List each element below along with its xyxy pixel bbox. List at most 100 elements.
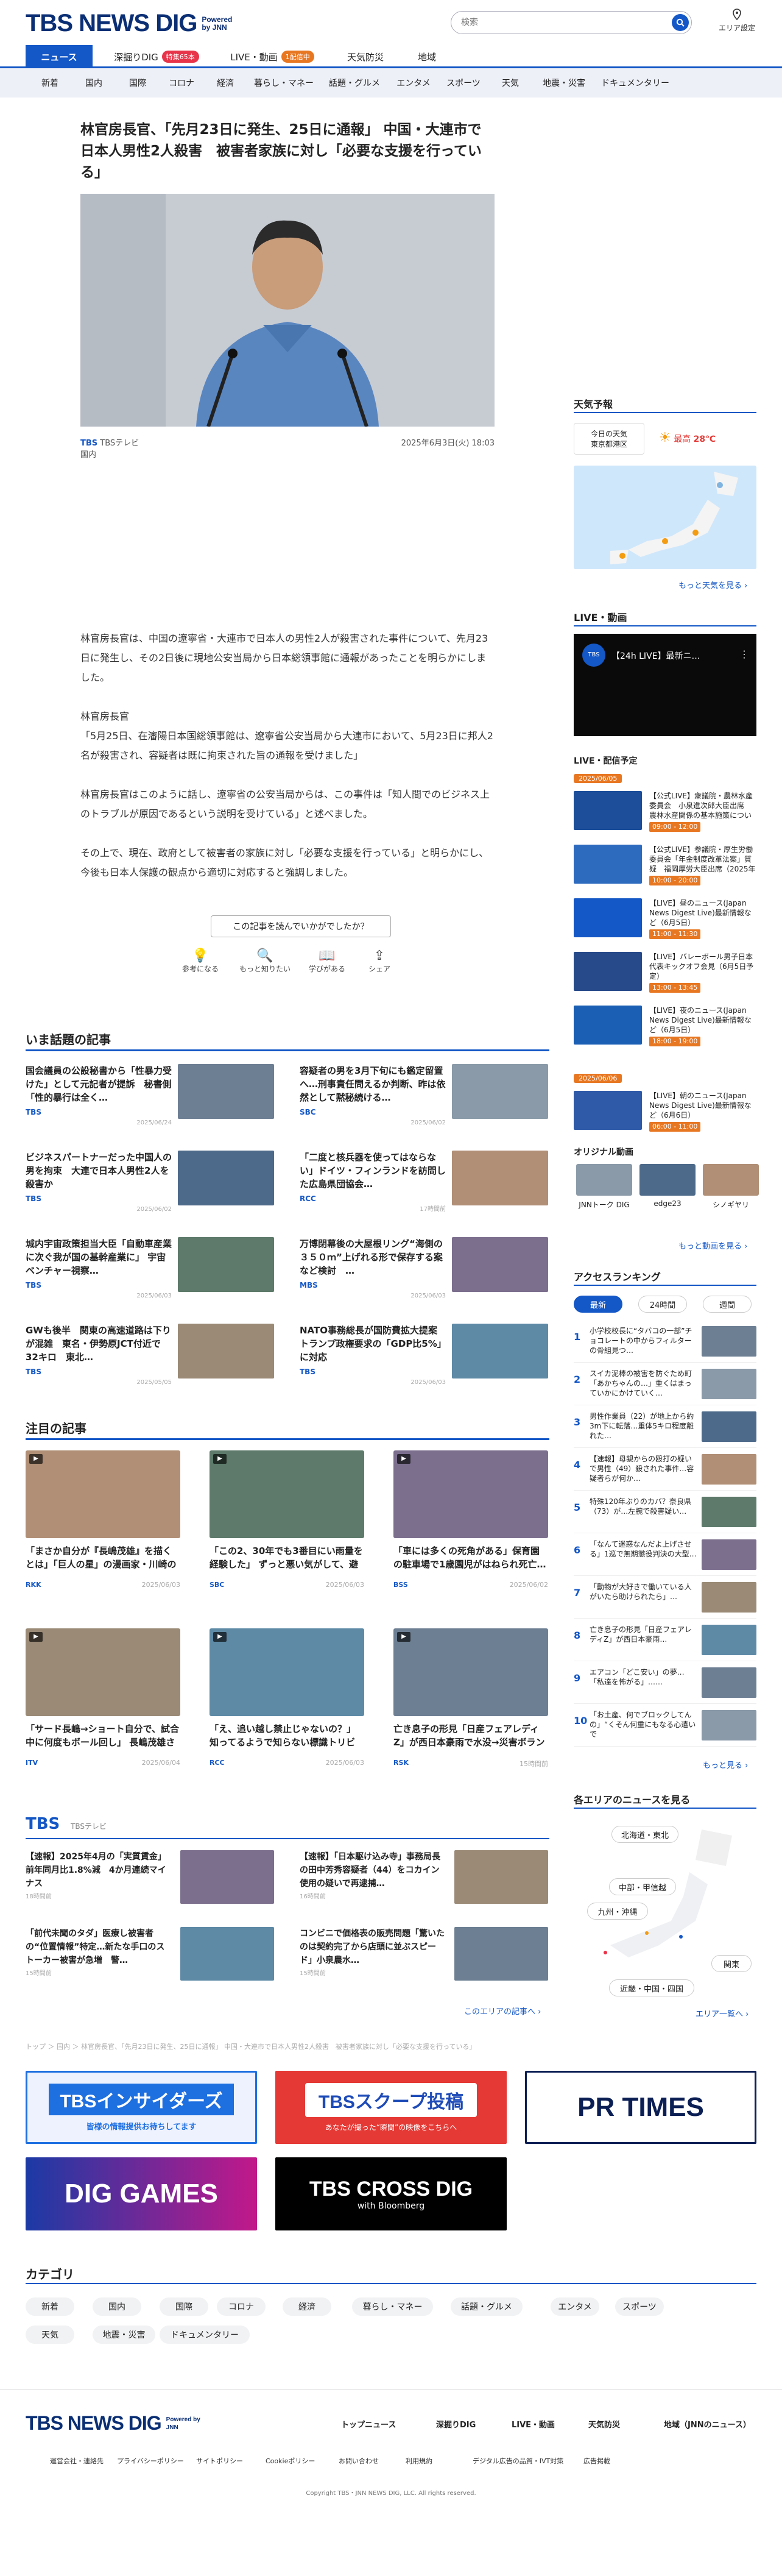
footer-main-link[interactable]: LIVE・動画	[512, 2418, 555, 2430]
hot-article-thumbnail[interactable]	[452, 1324, 548, 1378]
footer-category[interactable]: エンタメ	[551, 2297, 599, 2316]
ranking-item[interactable]: 10 「お土産、何でブロックしてんの」“くそん何重にもなる心遣いで	[574, 1710, 756, 1747]
banner-crossdig[interactable]: TBS CROSS DIG with Bloomberg	[275, 2157, 507, 2230]
tab-live[interactable]: LIVE・動画 1配信中	[220, 45, 324, 68]
footer-sub-link[interactable]: お問い合わせ	[339, 2456, 379, 2466]
more-vert-icon[interactable]: ⋮	[739, 648, 749, 660]
featured-card[interactable]: ▶ 「まさか自分が『長嶋茂雄』を描くとは」「巨人の星」の漫画家・川崎のぼるさんによ…	[26, 1450, 180, 1589]
ranking-item[interactable]: 6 「なんて迷惑なんだよ上げさせる」1巡で無期懲役判決の大型…	[574, 1539, 756, 1576]
hot-article-card[interactable]: NATO事務総長が国防費拡大提案 トランプ政権要求の「GDP比5%」に対応 TBS…	[300, 1324, 446, 1386]
tbs-article-card[interactable]: 【速報】2025年4月の「実質賃金」前年同月比1.8%減 4か月連続マイナス 18…	[26, 1850, 172, 1900]
original-video[interactable]: JNNトーク DIG	[576, 1164, 632, 1210]
hot-article-card[interactable]: GWも後半 関東の高速道路は下りが混雑 東名・伊勢原JCT付近で32キロ 東北……	[26, 1324, 172, 1386]
footer-category[interactable]: スポーツ	[615, 2297, 664, 2316]
footer-main-link[interactable]: 地域（JNNのニュース）	[664, 2418, 751, 2430]
hot-article-card[interactable]: 国会議員の公設秘書から「性暴力受けた」として元記者が提訴 秘書側「性的暴行は全く…	[26, 1064, 172, 1126]
rank-tab-latest[interactable]: 最新	[574, 1296, 622, 1313]
tbs-article-thumbnail[interactable]	[180, 1850, 274, 1904]
footer-category[interactable]: ドキュメンタリー	[160, 2326, 250, 2344]
hot-article-thumbnail[interactable]	[178, 1324, 274, 1378]
weather-location[interactable]: 今日の天気 東京都港区	[574, 423, 644, 455]
region-kyushu[interactable]: 九州・沖縄	[587, 1903, 648, 1920]
footer-category[interactable]: 新着	[26, 2297, 74, 2316]
footer-sub-link[interactable]: 利用規約	[406, 2456, 432, 2466]
live-schedule-item[interactable]: 【LIVE】朝のニュース(Japan News Digest Live)最新情報…	[574, 1091, 756, 1132]
hot-article-card[interactable]: 「二度と核兵器を使ってはならない」ドイツ・フィンランドを訪問した広島県団協会… R…	[300, 1151, 446, 1213]
tbs-article-thumbnail[interactable]	[180, 1927, 274, 1981]
footer-main-link[interactable]: トップニュース	[341, 2418, 396, 2430]
live-schedule-item[interactable]: 【LIVE】昼のニュース(Japan News Digest Live)最新情報…	[574, 898, 756, 940]
cat-documentary[interactable]: ドキュメンタリー	[596, 77, 675, 89]
hot-article-card[interactable]: ビジネスパートナーだった中国人の男を拘束 大連で日本人男性2人を殺害か TBS 20…	[26, 1151, 172, 1213]
hot-article-thumbnail[interactable]	[178, 1237, 274, 1292]
tbs-more-link[interactable]: このエリアの記事へ ›	[464, 2005, 541, 2017]
hot-article-card[interactable]: 万博閉幕後の大屋根リング“海側の３５０ｍ”上げれる形で保存する案など検討 … MB…	[300, 1237, 446, 1299]
ranking-item[interactable]: 8 亡き息子の形見「日産フェアレディZ」が西日本豪雨…	[574, 1625, 756, 1661]
tab-news[interactable]: ニュース	[26, 45, 93, 68]
ranking-item[interactable]: 2 スイカ泥棒の被害を防ぐため町「あかちゃんの…」重くはまっていかにかけていく…	[574, 1369, 756, 1405]
hot-article-thumbnail[interactable]	[178, 1064, 274, 1119]
ranking-item[interactable]: 4 【速報】母親からの殴打の疑いで男性（49）殺された事件…容疑者らが何か…	[574, 1454, 756, 1491]
live-schedule-item[interactable]: 【LIVE】バレーボール男子日本代表キックオフ会見（6月5日予定） 13:00 -…	[574, 952, 756, 993]
ranking-item[interactable]: 5 特殊120年ぶりのカバ？奈良県（73）が…左腕で殺害疑い…	[574, 1497, 756, 1533]
banner-dig-games[interactable]: DIG GAMES	[26, 2157, 257, 2230]
cat-topic[interactable]: 話題・グルメ	[320, 77, 389, 89]
footer-category[interactable]: 話題・グルメ	[451, 2297, 523, 2316]
banner-scoop[interactable]: TBSスクープ投稿 あなたが撮った“瞬間”の映像をこちらへ	[275, 2071, 507, 2144]
ranking-item[interactable]: 9 エアコン「どこ安い」の夢…「私達を怖がる」……	[574, 1667, 756, 1704]
tbs-article-thumbnail[interactable]	[454, 1850, 548, 1904]
weather-map[interactable]	[574, 466, 756, 569]
site-logo[interactable]: TBS NEWS DIG Powered by JNN	[26, 10, 241, 37]
tab-region[interactable]: 地域	[406, 45, 448, 68]
cat-new[interactable]: 新着	[28, 77, 72, 89]
live-video-player[interactable]: TBS 【24h LIVE】最新ニ… ⋮	[574, 634, 756, 736]
weather-more-link[interactable]: もっと天気を見る ›	[678, 579, 747, 591]
hot-article-thumbnail[interactable]	[452, 1064, 548, 1119]
footer-sub-link[interactable]: プライバシーポリシー	[117, 2456, 184, 2466]
region-kinki[interactable]: 近畿・中国・四国	[609, 1979, 694, 1996]
original-video[interactable]: シノギヤリ	[703, 1164, 759, 1210]
cat-disaster[interactable]: 地震・災害	[532, 77, 596, 89]
footer-category[interactable]: 国際	[160, 2297, 208, 2316]
footer-category[interactable]: 地震・災害	[93, 2326, 155, 2344]
featured-card[interactable]: ▶ 「サード長嶋→ショート自分で、試合中に何度もボール回し」 長嶋茂雄さんが特別な…	[26, 1628, 180, 1767]
live-schedule-item[interactable]: 【公式LIVE】衆議院・農林水産委員会 小泉進次郎大臣出席 農林水産関係の基本施…	[574, 791, 756, 832]
cat-international[interactable]: 国際	[116, 77, 160, 89]
original-video[interactable]: edge23	[639, 1164, 696, 1208]
footer-logo[interactable]: TBS NEWS DIG Powered by JNN	[26, 2412, 203, 2435]
footer-sub-link[interactable]: サイトポリシー	[196, 2456, 243, 2466]
reaction-more[interactable]: 🔍 もっと知りたい	[238, 948, 292, 974]
region-chubu[interactable]: 中部・甲信越	[609, 1878, 676, 1895]
rank-tab-24h[interactable]: 24時間	[638, 1296, 687, 1313]
reaction-learn[interactable]: 📖 学びがある	[300, 948, 354, 974]
featured-card[interactable]: ▶ 「この2、30年でも3番目にい雨量を経験した」 ずっと悪い気がして、避けていた…	[210, 1450, 364, 1589]
footer-sub-link[interactable]: 運営会社・連絡先	[50, 2456, 104, 2466]
reaction-share[interactable]: ⇪ シェア	[352, 948, 407, 974]
footer-category[interactable]: 暮らし・マネー	[352, 2297, 433, 2316]
cat-domestic[interactable]: 国内	[72, 77, 116, 89]
source-name[interactable]: TBSテレビ	[100, 439, 139, 448]
tab-dig[interactable]: 深掘りDIG 特集65本	[105, 45, 208, 68]
ranking-more-link[interactable]: もっと見る ›	[703, 1759, 748, 1770]
cat-weather[interactable]: 天気	[488, 77, 532, 89]
ranking-item[interactable]: 1 小学校校長に“タバコの一部”チョコレートの中からフィルターの骨組見つ…	[574, 1326, 756, 1363]
footer-category[interactable]: 国内	[93, 2297, 141, 2316]
footer-sub-link[interactable]: デジタル広告の品質・IVT対策	[473, 2456, 563, 2466]
footer-category[interactable]: 経済	[283, 2297, 331, 2316]
featured-card[interactable]: ▶ 「車には多くの死角がある」保育園の駐車場で1歳園児がはねられ死亡…運転手から気…	[393, 1450, 548, 1589]
cat-economy[interactable]: 経済	[203, 77, 247, 89]
article-category[interactable]: 国内	[80, 450, 96, 459]
cat-sports[interactable]: スポーツ	[439, 77, 488, 89]
reaction-useful[interactable]: 💡 参考になる	[173, 948, 228, 974]
hot-article-card[interactable]: 容疑者の男を3月下旬にも鑑定留置へ…刑事責任問えるか判断、昨は依然として黙秘続け…	[300, 1064, 446, 1126]
footer-main-link[interactable]: 天気防災	[588, 2418, 620, 2430]
hot-article-thumbnail[interactable]	[178, 1151, 274, 1205]
banner-insiders[interactable]: TBSインサイダーズ 皆様の情報提供お待ちしてます	[26, 2071, 257, 2144]
tbs-article-card[interactable]: コンビニで価格表の販売問題「驚いたのは契約完了から店頭に並ぶスピード」小泉農水……	[300, 1927, 446, 1977]
cat-corona[interactable]: コロナ	[160, 77, 203, 89]
featured-card[interactable]: ▶ 亡き息子の形見「日産フェアレディZ」が西日本豪雨で水没→災害ボランティアの学生…	[393, 1628, 548, 1769]
footer-sub-link[interactable]: Cookieポリシー	[266, 2456, 315, 2466]
footer-main-link[interactable]: 深掘りDIG	[436, 2418, 476, 2430]
live-schedule-item[interactable]: 【公式LIVE】参議院・厚生労働委員会「年金制度改革法案」質疑 福岡厚労大臣出席…	[574, 845, 756, 886]
regions-more-link[interactable]: エリア一覧へ ›	[696, 2007, 749, 2019]
